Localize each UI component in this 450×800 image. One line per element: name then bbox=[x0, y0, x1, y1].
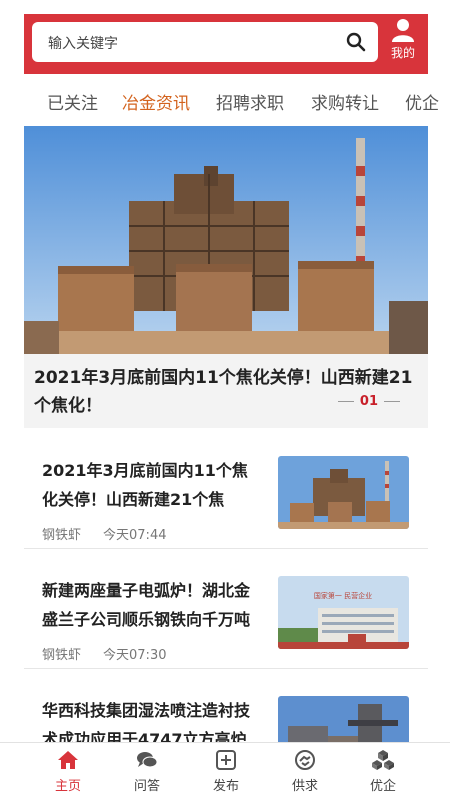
nav-qa-label: 问答 bbox=[133, 779, 160, 794]
divider bbox=[24, 548, 428, 549]
search-icon[interactable] bbox=[346, 32, 366, 52]
news-title[interactable]: 2021年3月底前国内11个焦化关停！山西新建21个焦化！ bbox=[42, 456, 252, 514]
tab-quality-enterprise[interactable]: 优企 bbox=[405, 89, 439, 114]
carousel-page-number: 01 bbox=[359, 394, 378, 409]
nav-supply-demand[interactable]: 供求 bbox=[275, 749, 335, 794]
tab-metallurgy-news[interactable]: 冶金资讯 bbox=[122, 89, 190, 114]
tab-followed[interactable]: 已关注 bbox=[47, 89, 98, 114]
my-account-label: 我的 bbox=[390, 46, 415, 60]
news-meta: 钢铁虾 今天07:44 bbox=[42, 524, 166, 543]
hero-title[interactable]: 2021年3月底前国内11个焦化关停！山西新建21个焦化！ bbox=[34, 364, 419, 420]
nav-publish-label: 发布 bbox=[212, 779, 239, 794]
news-meta: 钢铁虾 今天07:30 bbox=[42, 644, 166, 663]
my-account-button[interactable]: 我的 bbox=[384, 18, 422, 70]
tab-trade[interactable]: 求购转让 bbox=[311, 89, 379, 114]
handshake-icon bbox=[295, 750, 315, 770]
nav-qa[interactable]: 问答 bbox=[117, 749, 177, 794]
news-source: 钢铁虾 bbox=[42, 528, 82, 543]
hero-caption[interactable]: 2021年3月底前国内11个焦化关停！山西新建21个焦化！ 01 bbox=[24, 354, 428, 428]
carousel-indicator: 01 bbox=[332, 394, 406, 409]
search-input[interactable]: 输入关键字 bbox=[48, 33, 118, 53]
list-item[interactable]: 2021年3月底前国内11个焦化关停！山西新建21个焦化！ 钢铁虾 今天07:44 bbox=[24, 440, 428, 560]
thumbnail-sign-text: 国家第一 民营企业 bbox=[314, 591, 372, 600]
nav-home-label: 主页 bbox=[54, 779, 81, 794]
plus-square-icon bbox=[216, 750, 236, 770]
news-thumbnail[interactable] bbox=[278, 456, 409, 529]
chat-icon bbox=[137, 752, 158, 768]
news-title[interactable]: 新建两座量子电弧炉！湖北金盛兰子公司顺乐钢铁向千万吨级迈进 bbox=[42, 576, 252, 634]
cubes-icon bbox=[372, 750, 394, 770]
list-item[interactable]: 新建两座量子电弧炉！湖北金盛兰子公司顺乐钢铁向千万吨级迈进 钢铁虾 今天07:30… bbox=[24, 560, 428, 680]
bottom-nav: 主页 问答 发布 供求 优企 bbox=[0, 742, 450, 800]
indicator-dash-right bbox=[384, 401, 400, 402]
home-icon bbox=[58, 751, 78, 769]
news-time: 今天07:44 bbox=[103, 528, 167, 543]
coking-plant-image bbox=[24, 126, 428, 354]
category-tabs: 已关注 冶金资讯 招聘求职 求购转让 优企 bbox=[0, 86, 450, 116]
nav-supply-demand-label: 供求 bbox=[291, 779, 318, 794]
tab-recruitment[interactable]: 招聘求职 bbox=[216, 89, 284, 114]
nav-quality-enterprise[interactable]: 优企 bbox=[353, 749, 413, 794]
news-time: 今天07:30 bbox=[103, 648, 167, 663]
coking-plant-thumbnail bbox=[278, 456, 409, 529]
user-icon bbox=[392, 19, 414, 42]
news-thumbnail[interactable]: 国家第一 民营企业 bbox=[278, 576, 409, 649]
factory-building-thumbnail: 国家第一 民营企业 bbox=[278, 576, 409, 649]
hero-image[interactable] bbox=[24, 126, 428, 354]
indicator-dash-left bbox=[337, 401, 354, 402]
divider bbox=[24, 668, 428, 669]
news-source: 钢铁虾 bbox=[42, 648, 82, 663]
nav-quality-enterprise-label: 优企 bbox=[369, 779, 396, 794]
top-header: 输入关键字 我的 bbox=[24, 14, 428, 74]
search-bar[interactable]: 输入关键字 bbox=[32, 22, 378, 62]
nav-publish[interactable]: 发布 bbox=[196, 749, 256, 794]
nav-home[interactable]: 主页 bbox=[38, 749, 98, 794]
